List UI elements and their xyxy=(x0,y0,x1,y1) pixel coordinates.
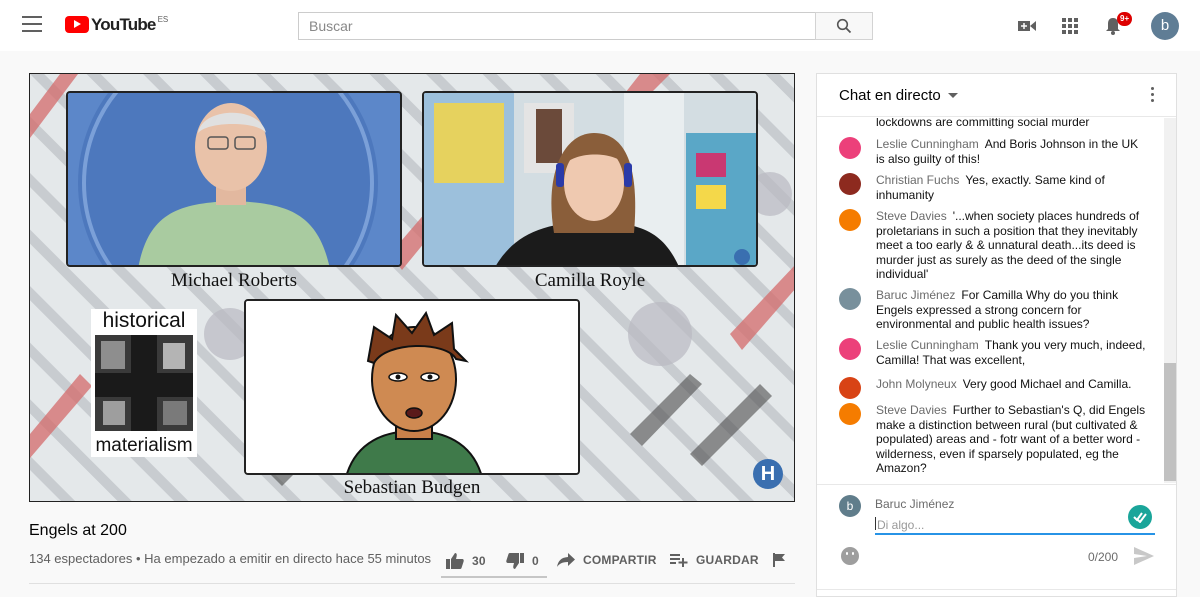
participant-name: Michael Roberts xyxy=(170,270,298,291)
message-text: lockdowns are committing social murder xyxy=(876,118,1090,129)
like-count: 30 xyxy=(472,554,486,568)
video-player[interactable]: Michael Roberts Camilla Royle historical xyxy=(29,73,795,502)
dislike-count: 0 xyxy=(532,554,539,568)
viewer-count: 134 espectadores xyxy=(29,551,133,566)
chat-input-panel: b Baruc Jiménez Di algo... 0/200 OCULTAR… xyxy=(817,484,1176,596)
dropdown-arrow-icon xyxy=(947,93,958,98)
logo-region: ES xyxy=(157,15,169,24)
author-name[interactable]: Baruc Jiménez xyxy=(876,288,955,302)
author-avatar[interactable] xyxy=(839,209,861,231)
hide-chat-button[interactable]: OCULTAR CHAT xyxy=(817,589,1176,596)
chat-messages: lockdowns are committing social murder L… xyxy=(817,118,1164,483)
author-name[interactable]: Leslie Cunningham xyxy=(876,338,979,352)
sebastian-budgen-avatar xyxy=(246,301,578,473)
author-name[interactable]: Leslie Cunningham xyxy=(876,137,979,151)
author-name[interactable]: Steve Davies xyxy=(876,403,947,417)
chat-message: Steve Davies '...when society places hund… xyxy=(839,209,1149,282)
live-chat: Chat en directo lockdowns are committing… xyxy=(816,73,1177,597)
chat-header: Chat en directo xyxy=(817,74,1176,117)
my-avatar: b xyxy=(839,495,861,517)
message-text: Very good Michael and Camilla. xyxy=(962,377,1132,391)
chat-message: Leslie Cunningham Thank you very much, in… xyxy=(839,338,1149,367)
report-button[interactable] xyxy=(772,553,786,567)
share-icon xyxy=(557,553,575,567)
share-button[interactable]: COMPARTIR xyxy=(557,553,657,567)
author-avatar[interactable] xyxy=(839,338,861,360)
youtube-logo[interactable]: YouTube ES xyxy=(65,15,168,37)
apps-icon[interactable] xyxy=(1059,15,1081,37)
meta-separator: • xyxy=(135,551,141,566)
artwork-image xyxy=(95,335,193,431)
overlay-text-top: historical xyxy=(102,309,186,332)
my-name: Baruc Jiménez xyxy=(875,497,955,511)
panel-michael-roberts xyxy=(66,91,402,267)
emoji-icon[interactable] xyxy=(841,547,859,565)
notification-badge: 9+ xyxy=(1117,12,1133,26)
logo-text: YouTube xyxy=(91,15,156,34)
video-meta: 134 espectadores • Ha empezado a emitir … xyxy=(29,551,431,566)
send-icon[interactable] xyxy=(1134,547,1154,565)
thumbs-up-icon xyxy=(446,553,464,569)
char-counter: 0/200 xyxy=(1088,550,1119,564)
chat-message: John Molyneux Very good Michael and Camil… xyxy=(839,377,1149,399)
playlist-add-icon xyxy=(670,554,688,567)
search-placeholder: Buscar xyxy=(309,18,353,34)
thumbs-down-icon xyxy=(506,553,524,569)
author-name[interactable]: John Molyneux xyxy=(876,377,957,391)
save-label: GUARDAR xyxy=(696,553,759,567)
flag-icon xyxy=(773,553,785,567)
more-options-icon[interactable] xyxy=(1147,87,1157,105)
historical-materialism-graphic: historical materialism xyxy=(91,309,197,457)
author-name[interactable]: Steve Davies xyxy=(876,209,947,223)
share-label: COMPARTIR xyxy=(583,553,657,567)
play-icon xyxy=(65,16,89,33)
video-title: Engels at 200 xyxy=(29,522,127,539)
panel-sebastian-budgen xyxy=(244,299,580,475)
chat-message-partial: lockdowns are committing social murder xyxy=(839,118,1149,130)
chat-message-input[interactable]: Di algo... xyxy=(875,515,1155,535)
overlay-text-bottom: materialism xyxy=(95,435,193,456)
masthead: YouTube ES Buscar 9+ b xyxy=(0,0,1200,51)
sentiment-bar xyxy=(441,576,547,578)
dislike-button[interactable]: 0 xyxy=(506,553,539,569)
michael-roberts-video xyxy=(68,93,400,265)
chat-scrollbar[interactable] xyxy=(1164,118,1176,483)
author-avatar[interactable] xyxy=(839,377,861,399)
participant-name: Sebastian Budgen xyxy=(343,477,481,498)
chat-message: Christian Fuchs Yes, exactly. Same kind o… xyxy=(839,173,1149,202)
chat-message: Leslie Cunningham And Boris Johnson in th… xyxy=(839,137,1149,166)
input-placeholder: Di algo... xyxy=(877,518,925,532)
verified-check-icon[interactable] xyxy=(1128,505,1152,529)
search-icon xyxy=(836,18,852,34)
camilla-royle-video xyxy=(424,93,756,265)
chat-message: Steve Davies Further to Sebastian's Q, di… xyxy=(839,403,1149,476)
chat-mode-dropdown[interactable]: Chat en directo xyxy=(839,87,958,104)
channel-watermark: H xyxy=(753,459,783,489)
chat-title: Chat en directo xyxy=(839,87,941,104)
author-name[interactable]: Christian Fuchs xyxy=(876,173,959,187)
create-video-icon[interactable] xyxy=(1016,15,1038,37)
info-divider xyxy=(29,583,795,584)
author-avatar[interactable] xyxy=(839,137,861,159)
search-button[interactable] xyxy=(815,12,873,40)
author-avatar[interactable] xyxy=(839,288,861,310)
participant-name: Camilla Royle xyxy=(534,270,646,291)
author-avatar[interactable] xyxy=(839,173,861,195)
chat-message: Baruc Jiménez For Camilla Why do you thin… xyxy=(839,288,1149,332)
like-button[interactable]: 30 xyxy=(446,553,486,569)
author-avatar[interactable] xyxy=(839,403,861,425)
menu-icon[interactable] xyxy=(22,16,42,34)
account-avatar[interactable]: b xyxy=(1151,12,1179,40)
panel-camilla-royle xyxy=(422,91,758,267)
search-input[interactable]: Buscar xyxy=(298,12,816,40)
save-button[interactable]: GUARDAR xyxy=(670,553,759,567)
stream-started: Ha empezado a emitir en directo hace 55 … xyxy=(144,551,432,566)
scrollbar-thumb[interactable] xyxy=(1164,363,1176,481)
